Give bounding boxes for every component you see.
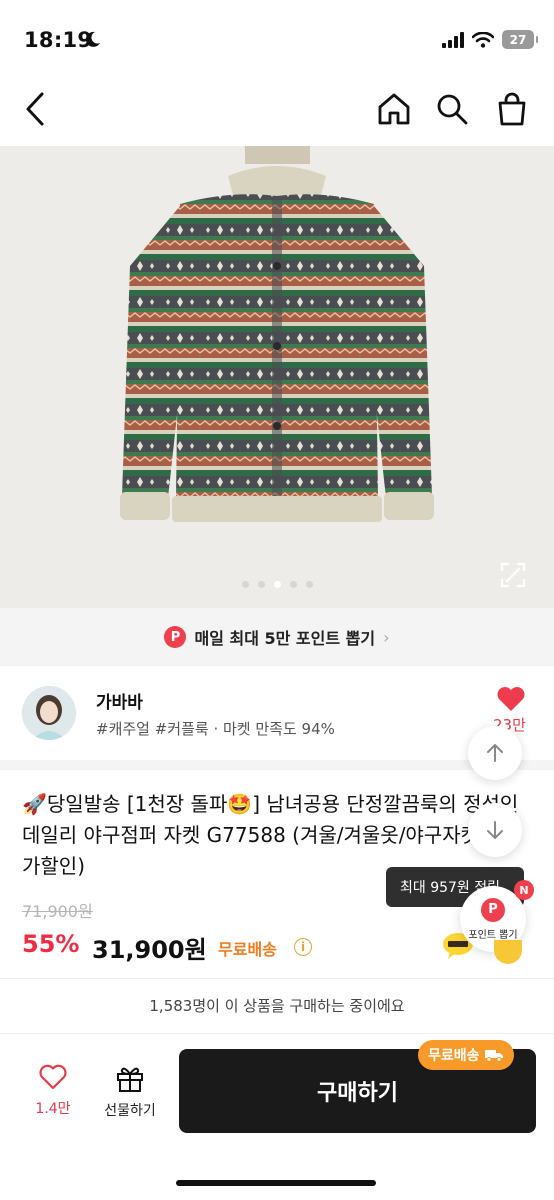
scroll-down-button[interactable] <box>468 803 522 857</box>
seller-name[interactable]: 가바바 <box>96 688 143 713</box>
like-button[interactable]: 1.4만 <box>24 1064 82 1118</box>
buyers-count-bar: 1,583명이 이 상품을 구매하는 중이에요 <box>0 978 554 1032</box>
pagination-dot[interactable] <box>241 581 249 588</box>
free-shipping-badge: 무료배송 <box>418 1040 514 1070</box>
home-icon[interactable] <box>376 91 412 127</box>
product-image[interactable] <box>0 146 554 608</box>
truck-icon <box>484 1050 503 1062</box>
pagination-dot-active[interactable] <box>273 581 281 588</box>
expand-icon[interactable] <box>500 562 526 588</box>
image-pagination <box>0 581 554 588</box>
status-time: 18:19 <box>24 28 93 52</box>
search-icon[interactable] <box>434 91 470 127</box>
heart-outline-icon <box>39 1064 67 1090</box>
chevron-right-icon: › <box>383 627 390 647</box>
sale-price: 31,900원 <box>92 936 207 964</box>
chat-bubble-icon[interactable] <box>494 940 522 964</box>
info-icon[interactable]: i <box>294 938 312 956</box>
original-price: 71,900원 <box>22 902 93 921</box>
battery-icon: 27 <box>502 30 538 49</box>
free-shipping-badge-label: 무료배송 <box>428 1048 480 1064</box>
scroll-up-button[interactable] <box>468 726 522 780</box>
wifi-icon <box>472 31 494 48</box>
buyers-count-text: 1,583명이 이 상품을 구매하는 중이에요 <box>149 997 405 1015</box>
signal-icon <box>442 31 464 48</box>
free-shipping-label: 무료배송 <box>218 940 277 959</box>
point-icon: P <box>164 626 187 648</box>
jacket-illustration <box>120 146 434 522</box>
daily-point-banner[interactable]: P 매일 최대 5만 포인트 뽑기 › <box>0 608 554 666</box>
heart-icon[interactable] <box>496 686 526 712</box>
status-icons: 27 <box>442 30 538 49</box>
back-icon[interactable] <box>22 90 52 128</box>
avatar <box>22 686 76 740</box>
arrow-up-icon <box>487 744 503 762</box>
point-draw-label: 포인트 뽑기 <box>468 929 518 941</box>
seller-tags: #캐주얼 #커플룩 · 마켓 만족도 94% <box>96 720 335 738</box>
pagination-dot[interactable] <box>305 581 313 588</box>
gift-button[interactable]: 선물하기 <box>96 1064 164 1120</box>
bag-icon[interactable] <box>494 91 530 127</box>
home-indicator <box>176 1180 376 1186</box>
gift-label: 선물하기 <box>104 1103 156 1119</box>
seller-avatar[interactable] <box>22 686 76 740</box>
point-icon: P <box>481 897 505 922</box>
new-badge: N <box>514 880 534 900</box>
pagination-dot[interactable] <box>257 581 265 588</box>
point-banner-text: 매일 최대 5만 포인트 뽑기 <box>194 629 376 648</box>
arrow-down-icon <box>487 821 503 839</box>
like-count: 1.4만 <box>35 1101 71 1117</box>
pagination-dot[interactable] <box>289 581 297 588</box>
discount-rate: 55% <box>22 930 80 958</box>
gift-icon <box>117 1067 143 1092</box>
moon-icon <box>85 31 100 47</box>
